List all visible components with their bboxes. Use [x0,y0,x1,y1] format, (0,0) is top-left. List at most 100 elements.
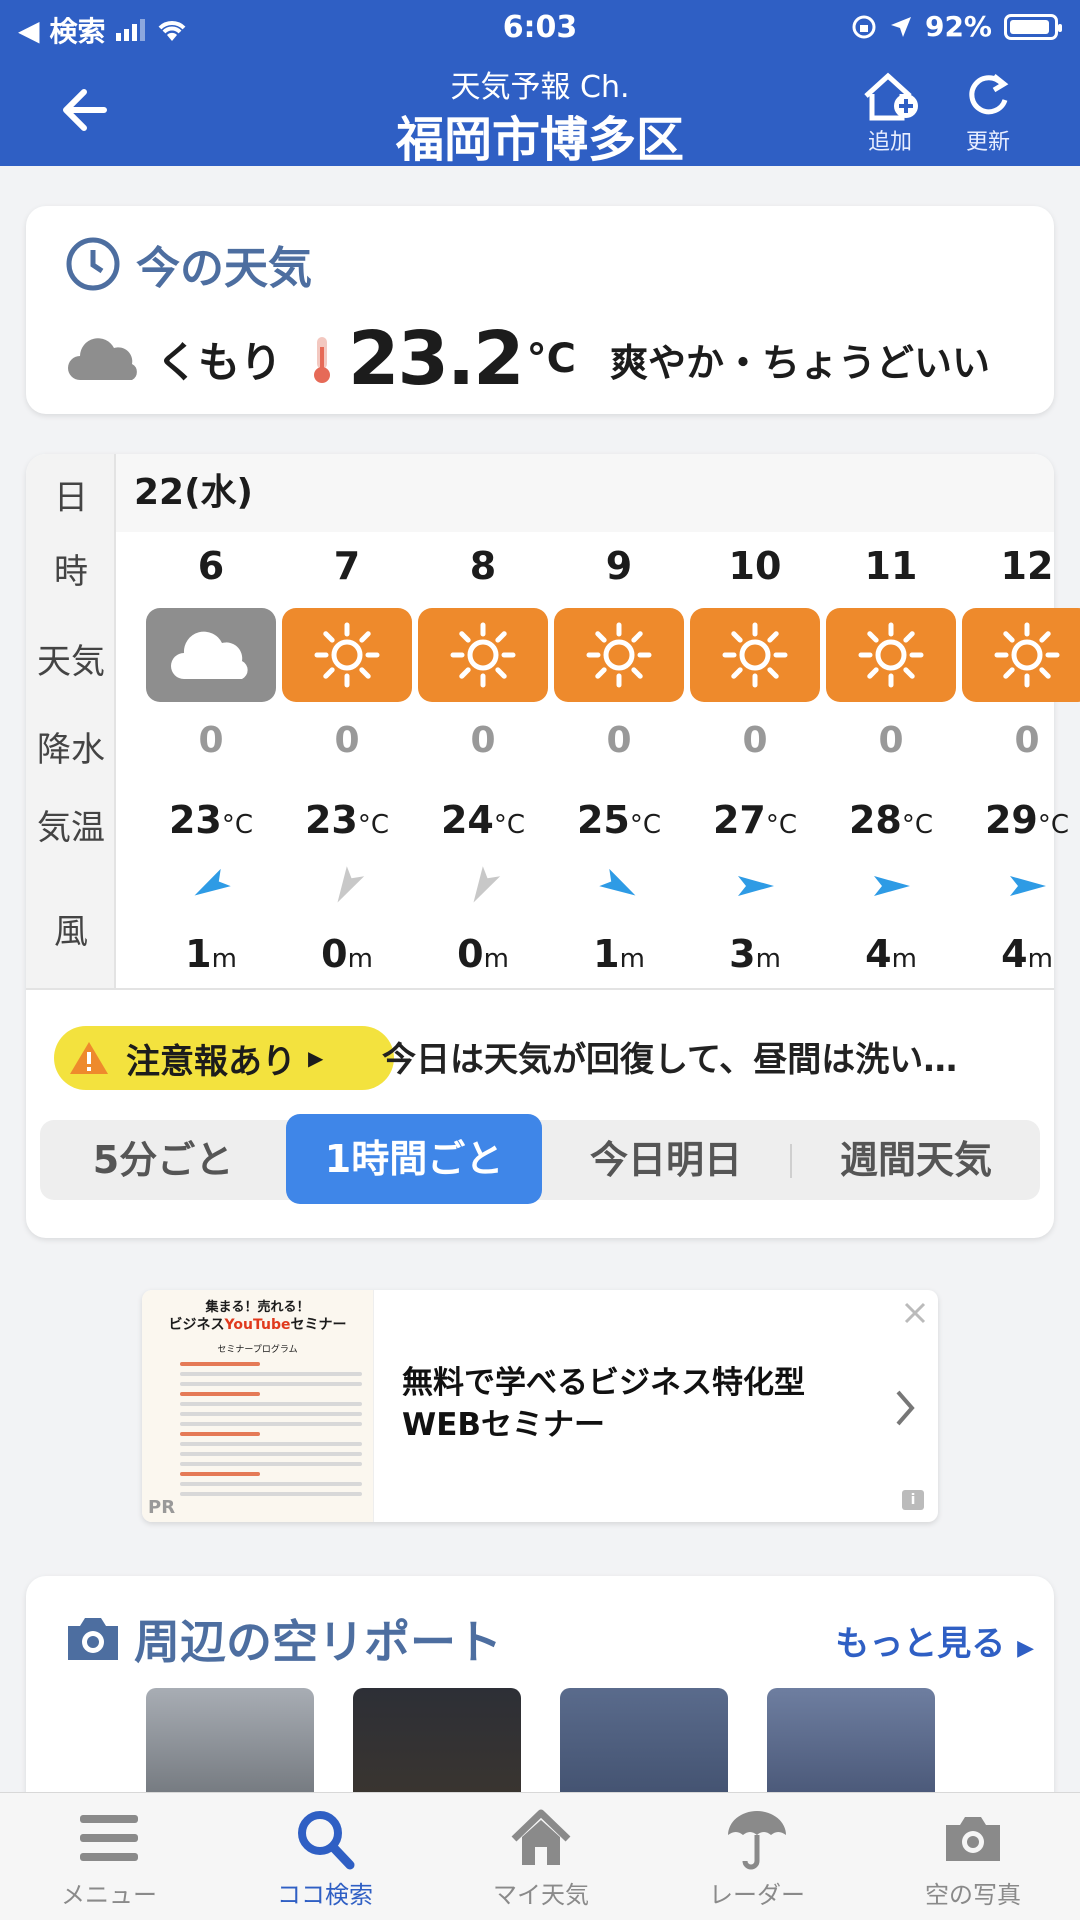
sun-icon [858,622,924,688]
row-label-rain: 降水 [37,730,105,770]
close-icon[interactable] [902,1300,928,1326]
status-bar: ◀ 検索 6:03 92% [0,0,1080,52]
camera-icon [68,1618,118,1660]
ad-text-line1: 無料で学べるビジネス特化型 [402,1365,805,1401]
ad-image-line3: セミナープログラム [217,1345,298,1355]
cloud-icon [68,338,137,380]
tabbar-menu[interactable]: メニュー [34,1805,184,1910]
temperature-value: 25°C [576,798,662,842]
wind-speed: 0m [321,932,373,976]
tab-weekly[interactable]: 週間天気 [792,1120,1040,1200]
wind-speed: 4m [865,932,917,976]
wind-direction-icon [599,868,636,896]
wind-direction [690,866,820,910]
hour-label: 9 [605,544,633,588]
temperature-value: 23°C [168,798,254,842]
rain-value: 0 [470,720,496,761]
hour-label: 8 [469,544,497,588]
wind-speed: 0m [457,932,509,976]
warning-icon [70,1042,108,1074]
wind-direction [554,866,684,910]
row-label-hour: 時 [54,552,88,592]
temperature-value: 29°C [984,798,1070,842]
chevron-right-icon: ▶ [1017,1636,1034,1661]
ad-info-icon[interactable]: i [902,1490,924,1510]
camera-icon [946,1817,1000,1861]
wind-direction-icon [738,876,774,896]
app-header: ◀ 検索 6:03 92% 天気予報 Ch. 福岡市博多区 追加 更新 [0,0,1080,168]
menu-icon [80,1815,138,1861]
current-condition: くもり [156,337,283,387]
sky-report-title: 周辺の空リポート [134,1615,502,1669]
hour-label: 7 [333,544,361,588]
forecast-date: 22(水) [116,454,1054,532]
wind-direction-icon [1010,876,1046,896]
wind-speed: 4m [1001,932,1053,976]
rain-value: 0 [334,720,360,761]
hour-label: 12 [1000,544,1054,588]
sun-icon [586,622,652,688]
row-label-day: 日 [54,478,88,518]
search-icon [298,1811,355,1870]
refresh-icon [969,74,1009,115]
thermometer-icon [314,337,331,383]
tab-today-tomorrow[interactable]: 今日明日 [542,1120,790,1200]
wind-direction-icon [194,868,231,896]
temperature-value: 24°C [440,798,526,842]
hour-label: 10 [728,544,782,588]
see-more-label: もっと見る [835,1624,1006,1664]
tabbar-my-weather-label: マイ天気 [493,1881,589,1909]
warning-badge[interactable]: 注意報あり ▶ [54,1026,394,1090]
bottom-tab-bar: メニュー ココ検索 マイ天気 レーダー 空の写真 [0,1792,1080,1920]
rotation-lock-icon [852,15,876,38]
tabbar-search[interactable]: ココ検索 [250,1805,400,1910]
temperature-value: 27°C [712,798,798,842]
wind-direction-icon [337,866,365,903]
row-label-wind: 風 [54,912,88,952]
ad-image-line1: 集まる！売れる！ [205,1300,310,1315]
tabbar-sky-photos-label: 空の写真 [925,1881,1021,1909]
wind-direction-icon [473,866,501,903]
refresh-label: 更新 [965,130,1010,155]
ad-image-line2c: セミナー [290,1317,347,1333]
temperature-value: 23°C [304,798,390,842]
cloud-icon [171,631,248,679]
sun-icon [450,622,516,688]
current-weather-card: 今の天気 くもり 23.2 °C 爽やか・ちょうどいい [26,206,1054,414]
wind-direction-icon [874,876,910,896]
refresh-button[interactable]: 更新 [948,70,1028,156]
chevron-right-icon[interactable] [894,1388,916,1428]
hour-label: 11 [864,544,918,588]
wind-direction [962,866,1080,910]
tab-5min[interactable]: 5分ごと [40,1120,286,1200]
battery-icon [1004,13,1062,40]
tabbar-sky-photos[interactable]: 空の写真 [898,1805,1048,1910]
weather-cell-sunny [282,608,412,702]
ad-banner[interactable]: 集まる！売れる！ ビジネスYouTubeセミナー セミナープログラム PR 無料… [142,1290,938,1522]
hourly-forecast-card: 日 時 天気 降水 気温 風 22(水) 6 0 23°C 1m 7 0 23°C 0m 8 0 2… [26,454,1080,1238]
tabbar-radar[interactable]: レーダー [682,1805,832,1910]
ad-pr-label: PR [148,1497,176,1518]
warning-text[interactable]: 今日は天気が回復して、昼間は洗い… [382,1032,957,1081]
rain-value: 0 [878,720,904,761]
current-temperature: 23.2 [348,316,525,402]
ad-image-program [180,1362,362,1502]
rain-value: 0 [1014,720,1040,761]
tab-hourly[interactable]: 1時間ごと [286,1114,542,1204]
weather-cell-sunny [962,608,1080,702]
wind-direction [146,866,276,910]
home-icon [511,1809,571,1865]
forecast-divider [26,988,1054,990]
see-more-link[interactable]: もっと見る ▶ [835,1616,1034,1665]
tabbar-my-weather[interactable]: マイ天気 [466,1805,616,1910]
weather-cell-sunny [826,608,956,702]
clock-icon [66,237,120,291]
wind-speed: 3m [729,932,781,976]
add-location-button[interactable]: 追加 [850,70,930,156]
location-icon [890,16,911,37]
temperature-value: 28°C [848,798,934,842]
wind-direction [282,866,412,910]
wind-direction [826,866,956,910]
ad-image-line2b: YouTube [224,1317,291,1333]
chevron-right-icon: ▶ [308,1046,324,1070]
